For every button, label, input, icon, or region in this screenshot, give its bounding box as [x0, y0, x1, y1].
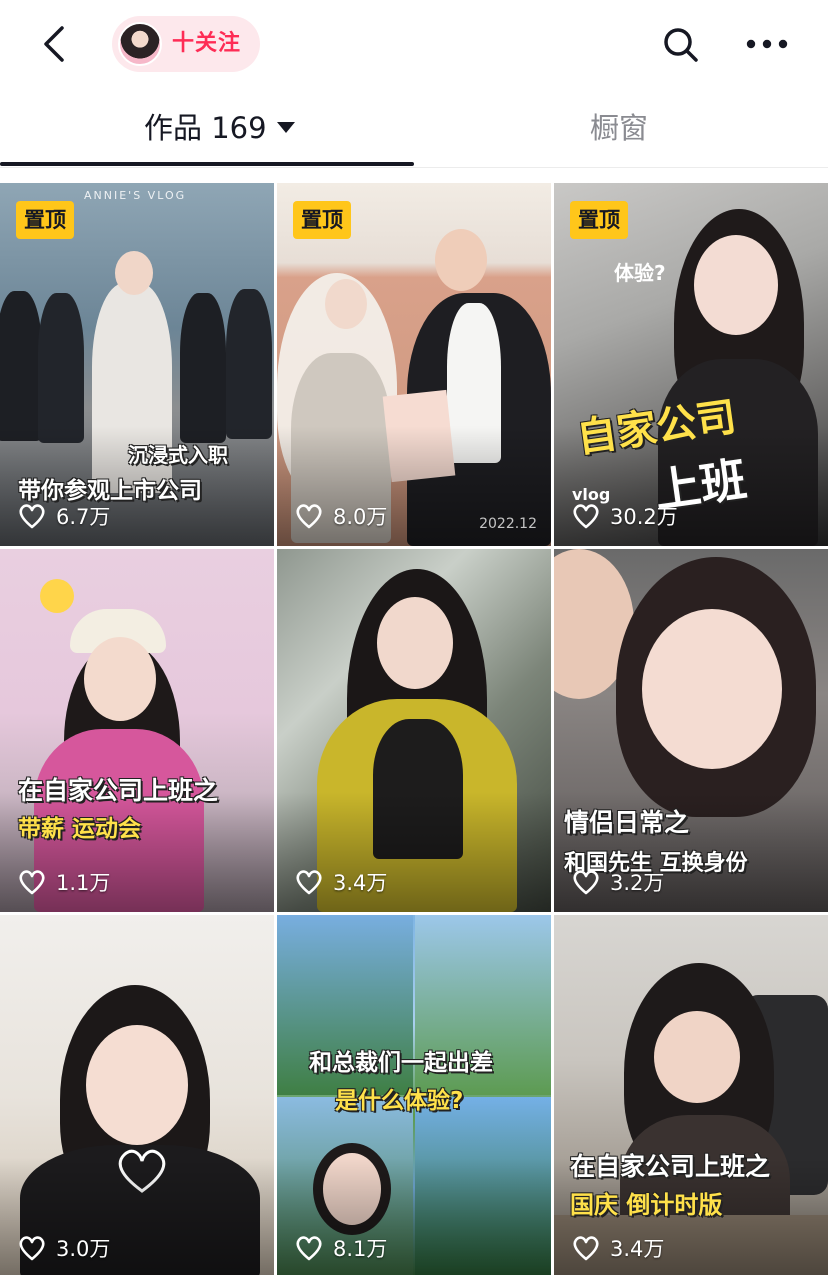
- heart-icon: [296, 504, 322, 529]
- person-figure: [654, 1011, 740, 1103]
- person-figure: [115, 251, 153, 295]
- heart-icon: [19, 870, 45, 895]
- heart-icon: [296, 1236, 322, 1261]
- watermark: ANNIE'S VLOG: [84, 189, 187, 202]
- video-caption-line: 带薪 运动会: [18, 816, 142, 842]
- person-figure: [377, 597, 453, 689]
- person-figure: [86, 1025, 188, 1145]
- like-count: 3.2万: [572, 868, 664, 896]
- heart-icon: [573, 1236, 599, 1261]
- like-count-value: 8.0万: [333, 505, 388, 529]
- search-icon: [664, 28, 698, 62]
- top-bar: 十关注: [0, 0, 828, 92]
- like-count: 3.4万: [295, 868, 387, 896]
- more-button[interactable]: [742, 26, 792, 62]
- follow-button[interactable]: 十关注: [112, 16, 260, 72]
- person-figure: [84, 637, 156, 721]
- like-count: 8.0万: [295, 502, 387, 530]
- like-count-value: 1.1万: [56, 871, 111, 895]
- like-count-value: 3.0万: [56, 1237, 111, 1261]
- chevron-left-icon: [44, 26, 64, 62]
- person-figure: [226, 289, 272, 439]
- tab-works[interactable]: 作品 169: [144, 96, 334, 160]
- tab-showcase[interactable]: 橱窗: [590, 96, 680, 160]
- follow-label: 十关注: [172, 31, 242, 56]
- video-thumbnail[interactable]: ANNIE'S VLOG 置顶 沉浸式入职 带你参观上市公司 6.7万: [0, 183, 274, 546]
- search-button[interactable]: [660, 24, 702, 66]
- person-figure: [180, 293, 226, 443]
- person-figure: [0, 291, 42, 441]
- video-caption-line: 在自家公司上班之: [570, 1152, 771, 1181]
- video-thumbnail[interactable]: 置顶 2022.12 8.0万: [277, 183, 551, 546]
- doodle-text: 体验?: [614, 261, 666, 285]
- pinned-badge: 置顶: [16, 201, 74, 239]
- video-caption-line: 带你参观上市公司: [18, 478, 202, 504]
- back-button[interactable]: [34, 22, 78, 66]
- video-caption-line: 沉浸式入职: [128, 443, 228, 467]
- like-count: 1.1万: [18, 868, 110, 896]
- video-caption-line: 在自家公司上班之: [18, 776, 219, 805]
- active-tab-indicator: [0, 162, 414, 166]
- like-count-value: 8.1万: [333, 1237, 388, 1261]
- like-count: 3.4万: [572, 1234, 664, 1262]
- video-caption-line: 是什么体验?: [335, 1088, 464, 1114]
- video-caption-line: 情侣日常之: [564, 808, 690, 837]
- more-horizontal-icon: [746, 39, 788, 49]
- person-figure: [694, 235, 778, 335]
- video-thumbnail[interactable]: 在自家公司上班之 带薪 运动会 1.1万: [0, 549, 274, 912]
- heart-icon: [573, 504, 599, 529]
- heart-icon: [19, 1236, 45, 1261]
- like-count: 6.7万: [18, 502, 110, 530]
- video-caption-line: 和总裁们一起出差: [309, 1050, 493, 1076]
- like-count-value: 3.4万: [610, 1237, 665, 1261]
- profile-tabs: 作品 169 橱窗: [0, 96, 828, 168]
- person-figure: [325, 279, 367, 329]
- heart-icon: [296, 870, 322, 895]
- video-thumbnail[interactable]: 3.4万: [277, 549, 551, 912]
- heart-icon: [19, 504, 45, 529]
- like-count: 3.0万: [18, 1234, 110, 1262]
- person-figure: [435, 229, 487, 291]
- pinned-badge: 置顶: [570, 201, 628, 239]
- video-thumbnail[interactable]: 情侣日常之 和国先生 互换身份 3.2万: [554, 549, 828, 912]
- video-thumbnail[interactable]: 置顶 体验? 自家公司 上班 vlog 30.2万: [554, 183, 828, 546]
- person-figure: [642, 609, 782, 769]
- like-count-value: 6.7万: [56, 505, 111, 529]
- caret-down-icon[interactable]: [276, 121, 295, 133]
- like-count-value: 3.2万: [610, 871, 665, 895]
- like-count: 8.1万: [295, 1234, 387, 1262]
- tab-showcase-label: 橱窗: [590, 111, 649, 145]
- person-figure: [38, 293, 84, 443]
- sun-sticker: [40, 579, 74, 613]
- video-thumbnail[interactable]: 3.0万: [0, 915, 274, 1275]
- pinned-badge: 置顶: [293, 201, 351, 239]
- video-caption-line: 国庆 倒计时版: [570, 1191, 723, 1219]
- video-thumbnail[interactable]: 和总裁们一起出差 是什么体验? 8.1万: [277, 915, 551, 1275]
- video-thumbnail[interactable]: 在自家公司上班之 国庆 倒计时版 3.4万: [554, 915, 828, 1275]
- avatar[interactable]: [118, 22, 162, 66]
- tab-works-label: 作品 169: [144, 111, 267, 145]
- heart-icon: [573, 870, 599, 895]
- like-count: 30.2万: [572, 502, 678, 530]
- like-count-value: 3.4万: [333, 871, 388, 895]
- date-stamp: 2022.12: [479, 516, 537, 532]
- like-count-value: 30.2万: [610, 505, 678, 529]
